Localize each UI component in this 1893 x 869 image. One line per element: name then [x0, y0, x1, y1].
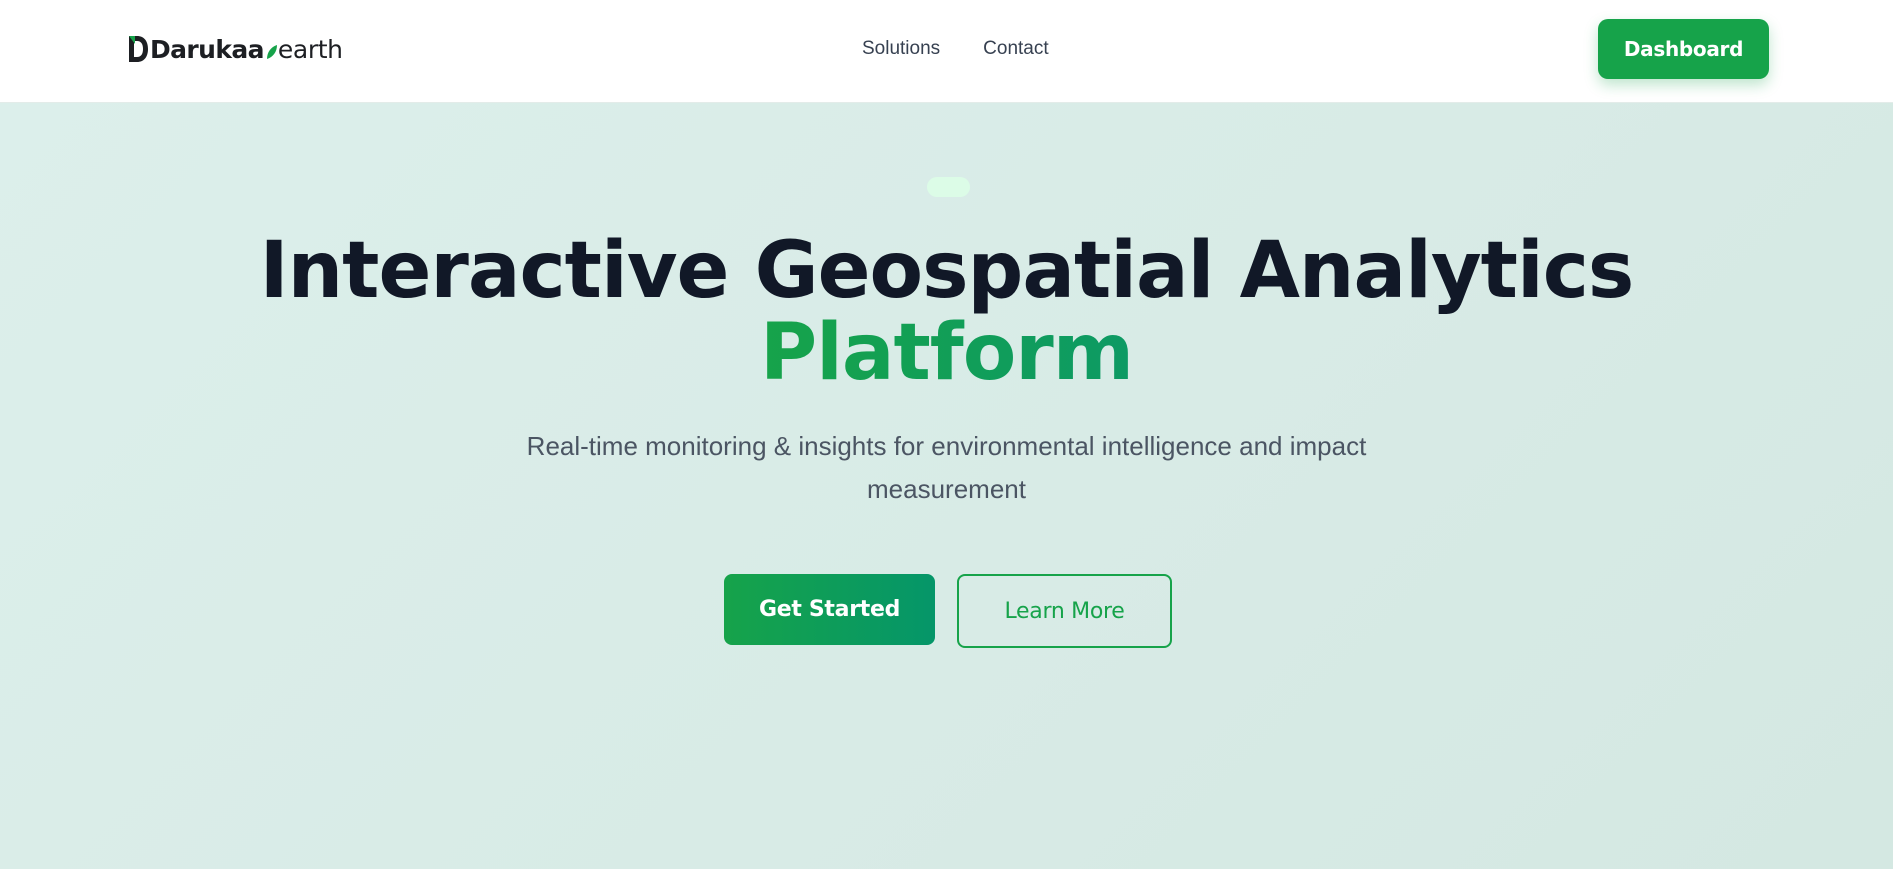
logo-tld: earth	[277, 34, 343, 64]
hero-title: Interactive Geospatial Analytics	[259, 226, 1635, 316]
top-navbar: Darukaa earth Solutions Contact Dashboar…	[0, 0, 1893, 103]
hero-badge	[927, 177, 970, 197]
dashboard-button[interactable]: Dashboard	[1598, 19, 1769, 79]
brand-logo[interactable]: Darukaa earth	[127, 33, 343, 65]
hero-title-accent: Platform	[0, 311, 1893, 395]
main-nav: Solutions Contact	[862, 38, 1049, 60]
hero-cta-group: Get Started Learn More	[724, 574, 1172, 648]
hero-title-accent-text: Platform	[759, 308, 1134, 398]
logo-wordmark: Darukaa	[150, 34, 265, 64]
nav-link-contact[interactable]: Contact	[983, 38, 1048, 60]
nav-link-solutions[interactable]: Solutions	[862, 38, 940, 60]
hero-subtitle: Real-time monitoring & insights for envi…	[526, 431, 1367, 504]
hero-section: Interactive Geospatial Analytics Platfor…	[0, 103, 1893, 869]
logo-d-icon	[129, 36, 148, 62]
get-started-button[interactable]: Get Started	[724, 574, 935, 645]
learn-more-button[interactable]: Learn More	[957, 574, 1172, 648]
leaf-icon	[266, 45, 277, 59]
